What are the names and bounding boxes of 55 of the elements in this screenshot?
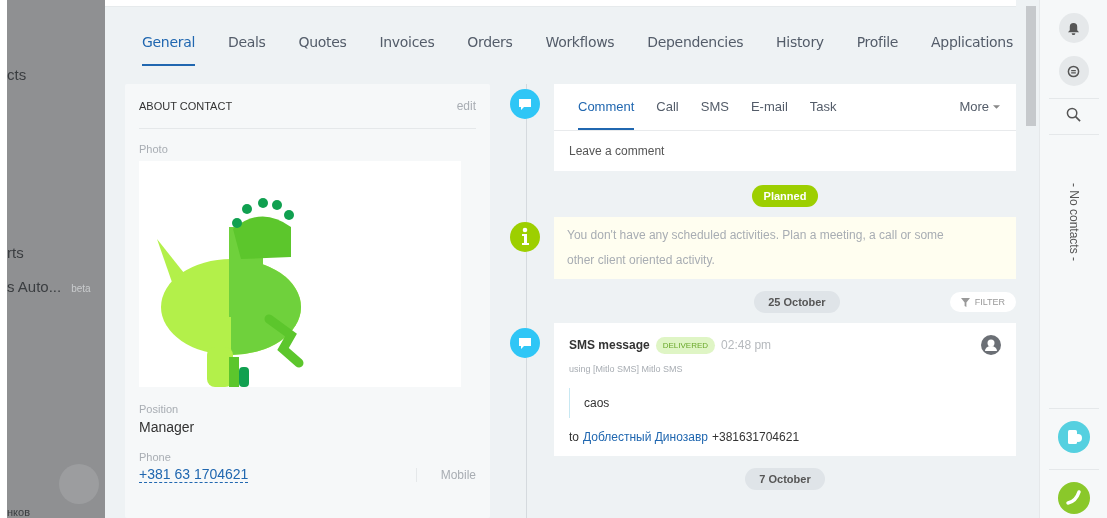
sidebar-item[interactable]: cts [7,66,27,83]
sms-provider: using [Mitlo SMS] Mitlo SMS [569,364,684,374]
phone-link[interactable]: +381 63 1704621 [139,466,249,483]
tab[interactable]: Invoices [379,34,435,66]
tab[interactable]: Dependencies [647,34,744,66]
field-label: Position [139,403,180,415]
tab[interactable]: Deals [227,34,266,66]
recipient-link[interactable]: Доблестный Динозавр [583,430,708,444]
tab[interactable]: Workflows [545,34,615,66]
planned-badge: Planned [751,185,819,207]
comment-field[interactable]: Leave a comment [554,131,1016,171]
tab[interactable]: Orders [467,34,513,66]
bell-icon [1067,21,1080,35]
chat-icon [1067,64,1080,78]
more-dropdown[interactable]: More [959,84,1000,130]
phone-device-button[interactable] [1057,421,1090,453]
message-text: caos [584,396,610,410]
notification-button[interactable] [1058,13,1089,43]
call-button[interactable] [1057,482,1090,514]
date-badge: 25 October [754,291,840,313]
tab[interactable]: History [776,34,824,66]
composer-tab[interactable]: Call [656,84,679,130]
date-badge: 7 October [745,468,825,490]
no-contacts-label: - No contacts - [1066,183,1081,262]
to-label: to [569,430,579,444]
notice-text: You don't have any scheduled activities. Plan a meeting, a call or some other client oriented activity. [567,227,945,269]
phone-type: Mobile [415,467,476,482]
user-name: нков [7,506,30,518]
sidebar-item[interactable]: rts [7,244,24,261]
user-icon [981,335,1001,355]
caret-icon [993,105,1000,109]
field-label: Photo [139,143,169,155]
tab[interactable]: Profile [856,34,899,66]
scrollbar-thumb[interactable] [1026,6,1036,126]
beta-label: beta [71,283,91,294]
field-label: Phone [139,451,172,463]
event-time: 02:48 pm [721,338,772,352]
sidebar-item[interactable]: s Auto... [7,278,62,295]
recipient-number: +381631704621 [711,430,800,444]
tab[interactable]: Applications [931,34,1013,66]
comment-icon [510,328,540,358]
position-value: Manager [139,419,196,435]
search-icon[interactable] [1066,107,1081,122]
composer-tab[interactable]: Task [809,84,837,130]
composer-tab[interactable]: E-mail [750,84,788,130]
info-icon [510,222,540,252]
card-title: ABOUT CONTACT [139,100,233,112]
composer-tab[interactable]: SMS [700,84,729,130]
comment-icon [510,89,540,119]
tab[interactable]: General [142,34,196,66]
event-title: SMS message [569,338,650,352]
chat-button[interactable] [1058,56,1089,86]
tab[interactable]: Quotes [298,34,347,66]
filter-icon [960,297,970,307]
status-badge: DELIVERED [655,336,716,354]
